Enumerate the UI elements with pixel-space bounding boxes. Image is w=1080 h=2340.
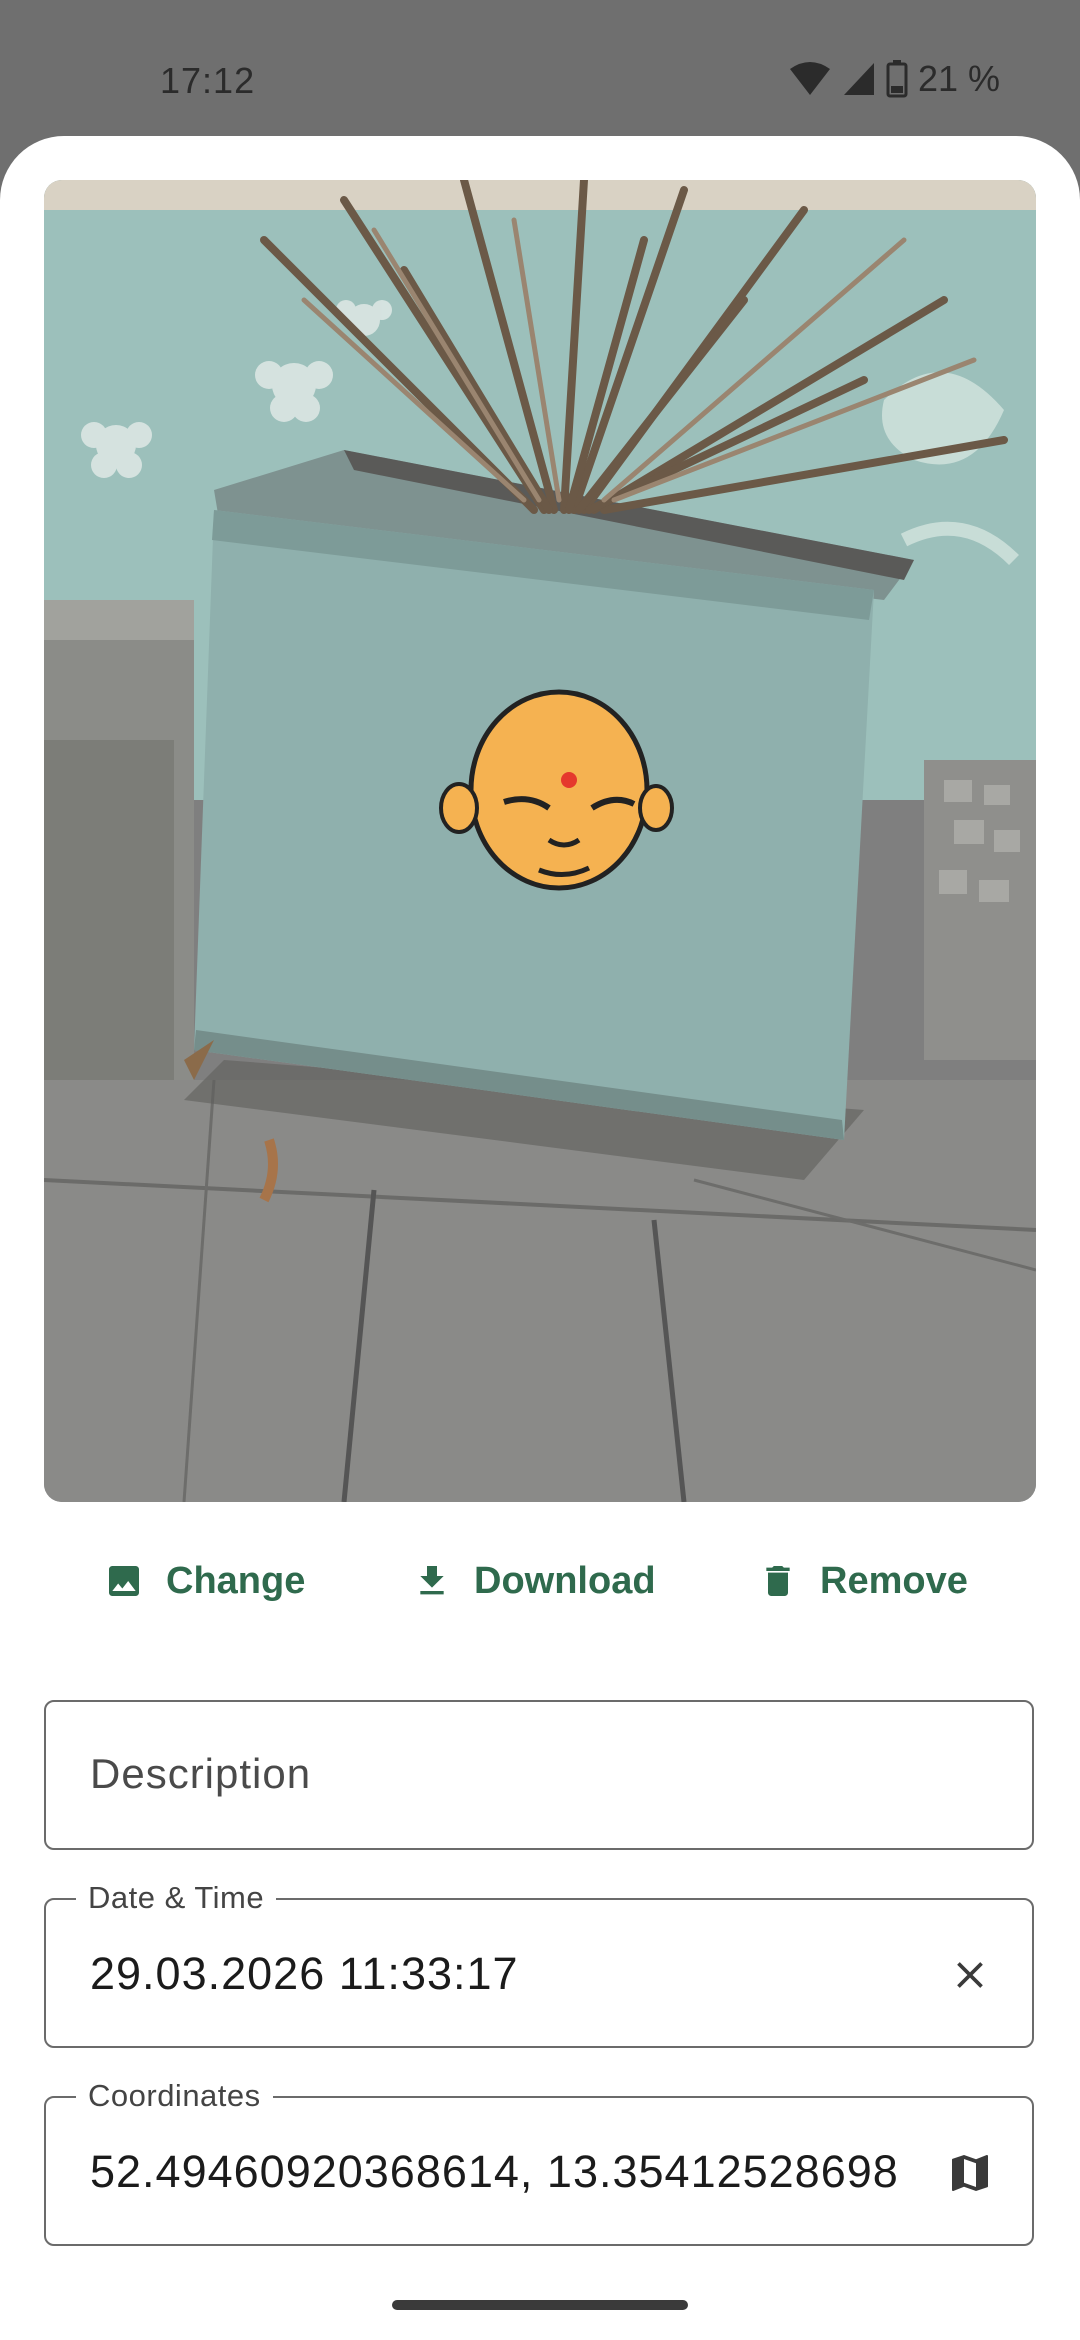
status-icons: 21 % (788, 58, 1000, 100)
status-time: 17:12 (160, 60, 256, 101)
coordinates-field[interactable]: Coordinates 52.4946092036861​4, 13.35412… (44, 2078, 1034, 2246)
battery-percent: 21 % (917, 58, 1000, 99)
datetime-value: 29.03.2026 11:33:17 (90, 1948, 519, 1999)
close-icon[interactable] (940, 1945, 1000, 2005)
coordinates-label: Coordinates (76, 2078, 273, 2114)
remove-label: Remove (820, 1559, 968, 1602)
home-indicator[interactable] (392, 2300, 688, 2310)
battery-icon (886, 60, 908, 98)
download-button[interactable]: Download (412, 1546, 656, 1616)
change-label: Change (166, 1559, 306, 1602)
download-label: Download (474, 1559, 656, 1602)
remove-button[interactable]: Remove (758, 1546, 968, 1616)
datetime-field[interactable]: Date & Time 29.03.2026 11:33:17 (44, 1880, 1034, 2048)
photo-image (44, 180, 1036, 1502)
photo-preview[interactable] (44, 180, 1036, 1502)
description-placeholder: Description (90, 1750, 312, 1797)
coordinates-value: 52.4946092036861​4, 13.35412528698 (90, 2146, 899, 2197)
datetime-label: Date & Time (76, 1880, 277, 1916)
wifi-icon (788, 61, 832, 97)
photo-actions: Change Download Remove (0, 1506, 1080, 1656)
map-icon[interactable] (940, 2143, 1000, 2203)
trash-icon (758, 1561, 798, 1601)
signal-icon (842, 61, 876, 97)
photo-detail-sheet: Change Download Remove Description Date … (0, 136, 1080, 2340)
image-icon (104, 1561, 144, 1601)
download-icon (412, 1561, 452, 1601)
change-button[interactable]: Change (104, 1546, 305, 1616)
description-field[interactable]: Description (44, 1700, 1034, 1850)
status-bar: 17:12 21 % (0, 0, 1080, 136)
